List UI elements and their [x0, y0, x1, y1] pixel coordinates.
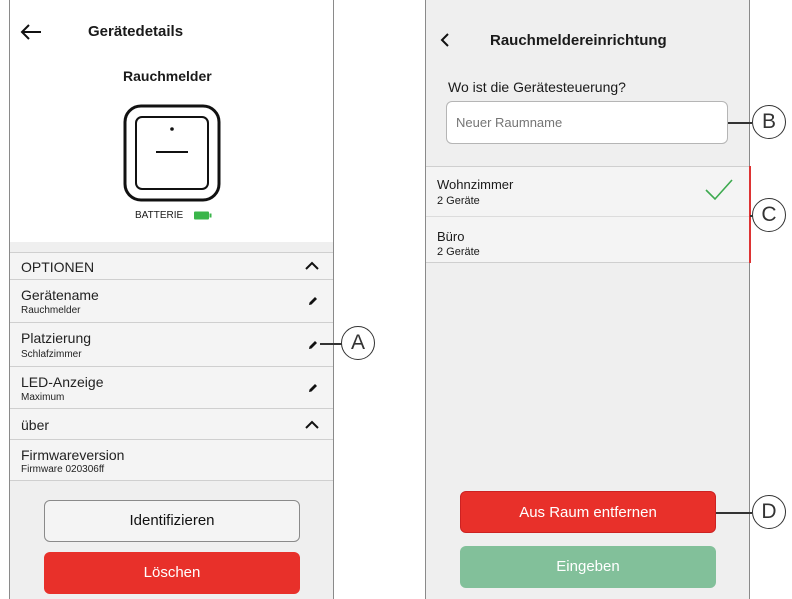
- smoke-detector-icon: [123, 104, 221, 202]
- firmware-value: Firmware 020306ff: [21, 464, 105, 475]
- callout-b: B: [752, 105, 786, 139]
- about-section-header[interactable]: über: [10, 408, 333, 439]
- back-arrow-icon[interactable]: [20, 23, 42, 41]
- enter-button[interactable]: Eingeben: [460, 546, 716, 588]
- checkmark-icon: [705, 179, 733, 201]
- delete-button[interactable]: Löschen: [44, 552, 300, 594]
- callout-a: A: [341, 326, 375, 360]
- option-value: Maximum: [21, 392, 65, 403]
- page-title: Gerätedetails: [88, 23, 184, 40]
- back-chevron-icon[interactable]: [440, 33, 450, 47]
- room-name-input[interactable]: [446, 101, 728, 144]
- room-device-count: 2 Geräte: [437, 246, 480, 258]
- battery-label: BATTERIE: [135, 210, 184, 221]
- device-name-heading: Rauchmelder: [123, 68, 212, 84]
- option-value: Rauchmelder: [21, 305, 81, 316]
- firmware-row: Firmwareversion Firmware 020306ff: [10, 439, 333, 481]
- firmware-label: Firmwareversion: [21, 447, 125, 463]
- callout-a-line: [320, 343, 342, 345]
- chevron-up-icon[interactable]: [305, 420, 319, 430]
- callout-d-line: [716, 512, 752, 514]
- edit-pencil-icon[interactable]: [307, 339, 319, 351]
- room-list: Wohnzimmer 2 Geräte Büro 2 Geräte: [426, 166, 749, 263]
- question-label: Wo ist die Gerätesteuerung?: [448, 79, 626, 95]
- identify-button[interactable]: Identifizieren: [44, 500, 300, 542]
- room-setup-screen: Rauchmeldereinrichtung Wo ist die Geräte…: [425, 0, 750, 599]
- option-row-placement[interactable]: Platzierung Schlafzimmer: [10, 322, 333, 366]
- edit-pencil-icon[interactable]: [307, 295, 319, 307]
- callout-b-line: [728, 122, 752, 124]
- options-header-label: OPTIONEN: [21, 259, 95, 275]
- option-label: LED-Anzeige: [21, 374, 104, 390]
- page-title: Rauchmeldereinrichtung: [490, 32, 667, 49]
- option-row-led[interactable]: LED-Anzeige Maximum: [10, 366, 333, 408]
- option-row-device-name[interactable]: Gerätename Rauchmelder: [10, 279, 333, 322]
- chevron-up-icon[interactable]: [305, 261, 319, 271]
- callout-c: C: [752, 198, 786, 232]
- edit-pencil-icon[interactable]: [307, 382, 319, 394]
- battery-icon: [194, 211, 212, 220]
- callout-d: D: [752, 495, 786, 529]
- option-label: Platzierung: [21, 330, 92, 346]
- room-name: Wohnzimmer: [437, 177, 514, 192]
- option-label: Gerätename: [21, 287, 99, 303]
- options-section-header[interactable]: OPTIONEN: [10, 252, 333, 279]
- room-device-count: 2 Geräte: [437, 195, 480, 207]
- room-name: Büro: [437, 229, 465, 244]
- device-details-screen: Gerätedetails Rauchmelder BATTERIE OPTIO…: [9, 0, 334, 599]
- room-item-office[interactable]: Büro 2 Geräte: [426, 217, 749, 263]
- about-header-label: über: [21, 417, 50, 433]
- room-item-living-room[interactable]: Wohnzimmer 2 Geräte: [426, 167, 749, 217]
- option-value: Schlafzimmer: [21, 349, 82, 360]
- remove-from-room-button[interactable]: Aus Raum entfernen: [460, 491, 716, 533]
